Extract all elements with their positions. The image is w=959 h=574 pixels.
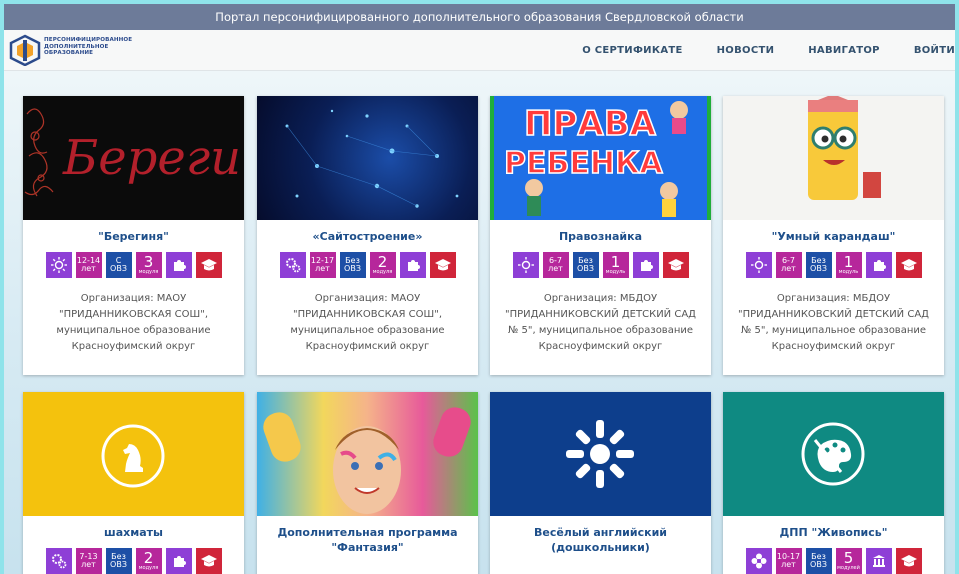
puzzle-icon (399, 252, 426, 278)
program-title[interactable]: "Умный карандаш" (723, 229, 944, 244)
ovz-badge: Без ОВЗ (805, 548, 832, 574)
program-image (257, 392, 478, 516)
program-image-caption: Берегин (63, 130, 244, 186)
modules-badge: 2 модуля (369, 252, 396, 278)
program-badges: 12-14 лет С ОВЗ 3 модуля (23, 252, 244, 278)
modules-badge: 5 модулей (835, 548, 862, 574)
puzzle-icon (165, 252, 192, 278)
puzzle-icon (632, 252, 659, 278)
logo-text[interactable]: ПЕРСОНИФИЦИРОВАННОЕ ДОПОЛНИТЕЛЬНОЕ ОБРАЗ… (44, 37, 132, 57)
program-card[interactable]: ПРАВА РЕБЕНКА Правознайка 6-7 лет Без ОВЗ … (490, 96, 711, 375)
program-title[interactable]: шахматы (23, 525, 244, 540)
ovz-badge: Без ОВЗ (805, 252, 832, 278)
age-badge: 6-7 лет (775, 252, 802, 278)
age-badge: 6-7 лет (542, 252, 569, 278)
program-title[interactable]: Весёлый английский (дошкольники) (490, 525, 711, 555)
program-title[interactable]: ДПП "Живопись" (723, 525, 944, 540)
logo-line-1: ПЕРСОНИФИЦИРОВАННОЕ (44, 37, 133, 43)
graduation-cap-icon (195, 252, 222, 278)
modules-badge: 3 модуля (135, 252, 162, 278)
gears-icon (279, 252, 306, 278)
ovz-badge: Без ОВЗ (105, 548, 132, 574)
age-badge: 7-13 лет (75, 548, 102, 574)
modules-badge: 1 модуль (835, 252, 862, 278)
program-title[interactable]: "Берегиня" (23, 229, 244, 244)
sun-icon (512, 252, 539, 278)
nav-navigator[interactable]: НАВИГАТОР (808, 45, 880, 56)
program-image (723, 392, 944, 516)
program-card[interactable]: Берегин "Берегиня" 12-14лет СОВЗ 3модуля (23, 96, 244, 375)
program-organization: Организация: МБДОУ "ПРИДАННИКОВСКИЙ ДЕТС… (738, 293, 929, 352)
program-badges: 10-17 лет Без ОВЗ 5 модулей (723, 548, 944, 574)
program-image (723, 96, 944, 220)
puzzle-icon (165, 548, 192, 574)
age-badge: 12-17 лет (309, 252, 336, 278)
program-image (257, 96, 478, 220)
main-nav: О СЕРТИФИКАТЕ НОВОСТИ НАВИГАТОР ВОЙТИ (548, 30, 955, 71)
graduation-cap-icon (895, 252, 922, 278)
graduation-cap-icon (662, 252, 689, 278)
program-card[interactable]: Дополнительная программа "Фантазия" (257, 392, 478, 574)
ovz-badge: С ОВЗ (105, 252, 132, 278)
nav-news[interactable]: НОВОСТИ (717, 45, 775, 56)
program-image (23, 392, 244, 516)
site-header: ПЕРСОНИФИЦИРОВАННОЕ ДОПОЛНИТЕЛЬНОЕ ОБРАЗ… (4, 30, 955, 71)
portal-title-bar: Портал персонифицированного дополнительн… (4, 4, 955, 30)
programs-grid: Берегин "Берегиня" 12-14лет СОВЗ 3модуля (4, 71, 955, 574)
graduation-cap-icon (195, 548, 222, 574)
ovz-badge: Без ОВЗ (339, 252, 366, 278)
program-image: Берегин (23, 96, 244, 220)
program-card[interactable]: "Умный карандаш" 6-7 лет Без ОВЗ 1 модуль О… (723, 96, 944, 375)
graduation-cap-icon (895, 548, 922, 574)
program-title[interactable]: Дополнительная программа "Фантазия" (257, 525, 478, 555)
building-icon (865, 548, 892, 574)
modules-badge: 1 модуль (602, 252, 629, 278)
puzzle-icon (865, 252, 892, 278)
program-badges: 12-17 лет Без ОВЗ 2 модуля (257, 252, 478, 278)
gears-icon (45, 548, 72, 574)
program-card[interactable]: ДПП "Живопись" 10-17 лет Без ОВЗ 5 модулей (723, 392, 944, 574)
program-image (490, 392, 711, 516)
nav-login[interactable]: ВОЙТИ (914, 45, 955, 56)
chess-knight-icon (123, 444, 143, 472)
logo-line-3: ОБРАЗОВАНИЕ (44, 50, 94, 57)
sun-icon (745, 252, 772, 278)
logo-line-2: ДОПОЛНИТЕЛЬНОЕ (44, 43, 109, 50)
program-badges: 7-13 лет Без ОВЗ 2 модуля (23, 548, 244, 574)
portal-title: Портал персонифицированного дополнительн… (215, 10, 744, 24)
modules-badge: 2 модуля (135, 548, 162, 574)
age-badge: 10-17 лет (775, 548, 802, 574)
program-card[interactable]: Весёлый английский (дошкольники) (490, 392, 711, 574)
sun-icon (45, 252, 72, 278)
program-badges: 6-7 лет Без ОВЗ 1 модуль (723, 252, 944, 278)
program-card[interactable]: шахматы 7-13 лет Без ОВЗ 2 модуля (23, 392, 244, 574)
program-image: ПРАВА РЕБЕНКА (490, 96, 711, 220)
program-organization: Организация: МАОУ "ПРИДАННИКОВСКАЯ СОШ",… (290, 293, 445, 352)
program-card[interactable]: «Сайтостроение» 12-17 лет Без ОВЗ 2 модуля … (257, 96, 478, 375)
program-title[interactable]: Правознайка (490, 229, 711, 244)
program-badges: 6-7 лет Без ОВЗ 1 модуль (490, 252, 711, 278)
program-title[interactable]: «Сайтостроение» (257, 229, 478, 244)
flower-icon (745, 548, 772, 574)
ovz-badge: Без ОВЗ (572, 252, 599, 278)
nav-about-certificate[interactable]: О СЕРТИФИКАТЕ (582, 45, 682, 56)
graduation-cap-icon (429, 252, 456, 278)
program-organization: Организация: МБДОУ "ПРИДАННИКОВСКИЙ ДЕТС… (505, 293, 696, 352)
age-badge: 12-14 лет (75, 252, 102, 278)
logo-icon[interactable] (8, 34, 42, 67)
program-organization: Организация: МАОУ "ПРИДАННИКОВСКАЯ СОШ",… (56, 293, 211, 352)
